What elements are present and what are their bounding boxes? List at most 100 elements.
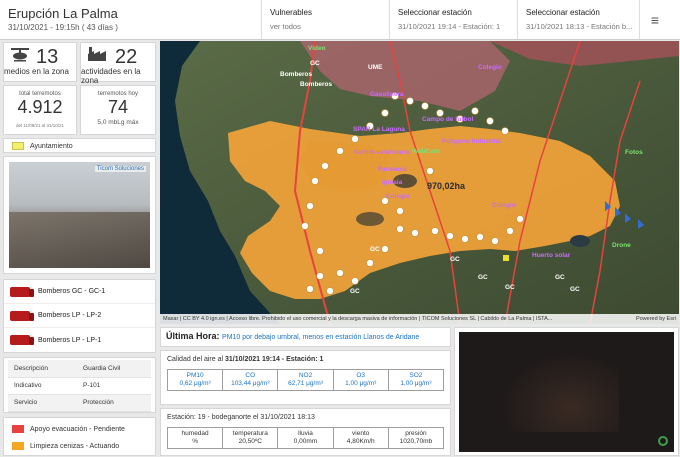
legend-apoyo[interactable]: Apoyo evacuación - Pendiente xyxy=(4,422,155,436)
fire-truck-icon xyxy=(10,310,34,321)
huerto-marker[interactable] xyxy=(503,255,509,261)
map-canvas[interactable]: Bomberos Bomberos Video GC UME Gasoliner… xyxy=(160,41,679,324)
details-panel: Descripción Guardia Civil Indicativo P-101… xyxy=(3,357,156,413)
map-label-gc[interactable]: GC xyxy=(370,246,380,253)
vehicle-item[interactable]: Bomberos GC - GC-1 xyxy=(4,280,155,304)
weather-item: humedad% xyxy=(168,428,224,448)
map-label-colegio[interactable]: Colegio xyxy=(386,193,410,200)
air-quality-item: CO 103,44 μg/m³ xyxy=(223,370,279,390)
station-selector-2[interactable]: Seleccionar estación 31/10/2021 18:13 - … xyxy=(518,0,640,39)
map-label-gasolinera[interactable]: Gasolinera xyxy=(370,91,404,98)
terrain-patch xyxy=(570,235,590,247)
powered-by-esri[interactable]: Powered by Esri xyxy=(636,316,679,322)
air-quality-item: O3 1,00 μg/m³ xyxy=(334,370,389,390)
terrain-patch xyxy=(356,212,384,226)
helicopter-icon xyxy=(10,46,30,67)
map-label-campo[interactable]: Campo de fútbol xyxy=(422,116,473,123)
apoyo-swatch xyxy=(12,425,24,433)
map-label-fotos[interactable]: Fotos xyxy=(625,149,643,156)
map-label-ume[interactable]: UME xyxy=(368,64,383,71)
brand-block: Erupción La Palma 31/10/2021 - 19:15h ( … xyxy=(0,0,262,39)
pollutant-name: PM10 xyxy=(186,372,204,379)
actividades-label: actividades en la zona xyxy=(81,67,141,85)
webcam-panel[interactable]: Ticom Soluciones xyxy=(3,156,156,274)
vulnerables-selector[interactable]: Vulnerables ver todos xyxy=(262,0,390,39)
map-view[interactable]: Bomberos Bomberos Video GC UME Gasoliner… xyxy=(160,41,679,324)
total-terremotos-panel: total terremotos 4.912 del 11/09/21 al 3… xyxy=(3,85,77,135)
weather-station-title: Estación: 19 - bodeganorte el 31/10/2021… xyxy=(167,414,315,421)
detail-value: Guardia Civil xyxy=(77,360,151,378)
fire-truck-icon xyxy=(10,286,34,297)
ultima-hora-message[interactable]: PM10 por debajo umbral, menos en estació… xyxy=(222,334,419,341)
video-logo-icon xyxy=(658,436,668,446)
ayuntamiento-legend[interactable]: Ayuntamiento xyxy=(3,138,156,153)
weather-name: lluvia xyxy=(298,430,313,437)
actividades-panel[interactable]: 22 actividades en la zona xyxy=(80,42,156,85)
map-label-huerto[interactable]: Huerto solar xyxy=(532,252,571,259)
actividades-count: 22 xyxy=(115,45,138,68)
webcam-image: Ticom Soluciones xyxy=(9,162,150,268)
weather-station-panel: Estación: 19 - bodeganorte el 31/10/2021… xyxy=(160,408,451,456)
weather-values: humedad% temperatura 20,50ºC lluvia 0,00mm… xyxy=(167,427,444,449)
terremotos-hoy-value: 74 xyxy=(107,97,129,117)
map-label-bomberos[interactable]: Bomberos xyxy=(300,81,333,88)
pollutant-value: 1,00 μg/m³ xyxy=(345,380,377,387)
station-selector-1[interactable]: Seleccionar estación 31/10/2021 19:14 - … xyxy=(390,0,518,39)
map-label-gc[interactable]: GC xyxy=(555,274,565,281)
air-quality-item: SO2 1,00 μg/m³ xyxy=(389,370,443,390)
pollutant-name: O3 xyxy=(356,372,366,379)
map-label-gc[interactable]: GC xyxy=(350,288,360,295)
map-label-webcam[interactable]: WebCam xyxy=(412,148,440,155)
map-label-gc[interactable]: GC xyxy=(505,284,515,291)
air-quality-item: NO2 62,71 μg/m³ xyxy=(278,370,334,390)
map-label-gc[interactable]: GC xyxy=(310,60,320,67)
map-attribution: Maxar | CC BY 4.0 ign.es | Acceso libre.… xyxy=(160,314,679,324)
map-label-centro[interactable]: Centro veterinario xyxy=(354,149,410,156)
activity-legend[interactable]: Apoyo evacuación - Pendiente Limpieza ce… xyxy=(3,417,156,456)
map-label-iglesia[interactable]: Iglesia xyxy=(382,179,403,186)
map-label-gc[interactable]: GC xyxy=(450,256,460,263)
vehicles-list[interactable]: Bomberos GC - GC-1 Bomberos LP - LP-2 Bo… xyxy=(3,279,156,353)
map-label-video[interactable]: Video xyxy=(308,45,326,52)
map-label-gc[interactable]: GC xyxy=(478,274,488,281)
map-label-gc[interactable]: GC xyxy=(570,286,580,293)
detail-value: Protección xyxy=(77,394,151,412)
vehicle-item[interactable]: Bomberos LP - LP-2 xyxy=(4,304,155,328)
live-video-player[interactable] xyxy=(459,332,674,452)
detail-key: Indicativo xyxy=(8,377,78,395)
map-label-farmacia[interactable]: Farmacia xyxy=(378,166,407,173)
limpieza-swatch xyxy=(12,442,24,450)
air-quality-title-station: 31/10/2021 19:14 - Estación: 1 xyxy=(224,356,324,363)
ultima-hora-banner: Última Hora: PM10 por debajo umbral, men… xyxy=(160,327,451,347)
vulnerables-value: ver todos xyxy=(270,22,301,31)
legend-limpieza[interactable]: Limpieza cenizas - Actuando xyxy=(4,439,155,453)
weather-name: temperatura xyxy=(232,430,268,437)
detail-key: Servicio xyxy=(8,394,78,412)
vehicle-item[interactable]: Bomberos LP - LP-1 xyxy=(4,328,155,352)
details-table: Descripción Guardia Civil Indicativo P-101… xyxy=(8,360,151,412)
app-subtitle: 31/10/2021 - 19:15h ( 43 días ) xyxy=(8,23,118,32)
medios-panel[interactable]: 13 medios en la zona xyxy=(3,42,77,82)
pollutant-value: 1,00 μg/m³ xyxy=(400,380,432,387)
map-label-drone[interactable]: Drone xyxy=(612,242,631,249)
air-quality-item: PM10 0,62 μg/m³ xyxy=(168,370,224,390)
limpieza-label: Limpieza cenizas - Actuando xyxy=(30,442,120,450)
vehicle-label: Bomberos LP - LP-2 xyxy=(38,312,102,319)
map-label-poligono[interactable]: Polígono Industrial xyxy=(442,138,501,145)
map-label-colegio[interactable]: Colegio xyxy=(492,202,516,209)
live-video-panel[interactable] xyxy=(454,327,679,456)
map-label-spar[interactable]: SPAR La Laguna xyxy=(353,126,405,133)
weather-value: 1020,70mb xyxy=(399,438,433,445)
weather-item: presión 1020,70mb xyxy=(389,428,443,448)
weather-name: viento xyxy=(352,430,370,437)
map-label-bomberos[interactable]: Bomberos xyxy=(280,71,313,78)
map-label-colegio[interactable]: Colegio xyxy=(478,64,502,71)
pollutant-name: NO2 xyxy=(298,372,313,379)
station-selector-2-value: 31/10/2021 18:13 - Estación b... xyxy=(526,22,633,31)
attribution-text: Maxar | CC BY 4.0 ign.es | Acceso libre.… xyxy=(163,316,553,322)
hamburger-menu-icon[interactable]: ≡ xyxy=(640,0,670,39)
ultima-hora-label: Última Hora: xyxy=(166,331,220,341)
pollutant-value: 103,44 μg/m³ xyxy=(231,380,270,387)
weather-name: humedad xyxy=(181,430,209,437)
app-header: Erupción La Palma 31/10/2021 - 19:15h ( … xyxy=(0,0,680,40)
